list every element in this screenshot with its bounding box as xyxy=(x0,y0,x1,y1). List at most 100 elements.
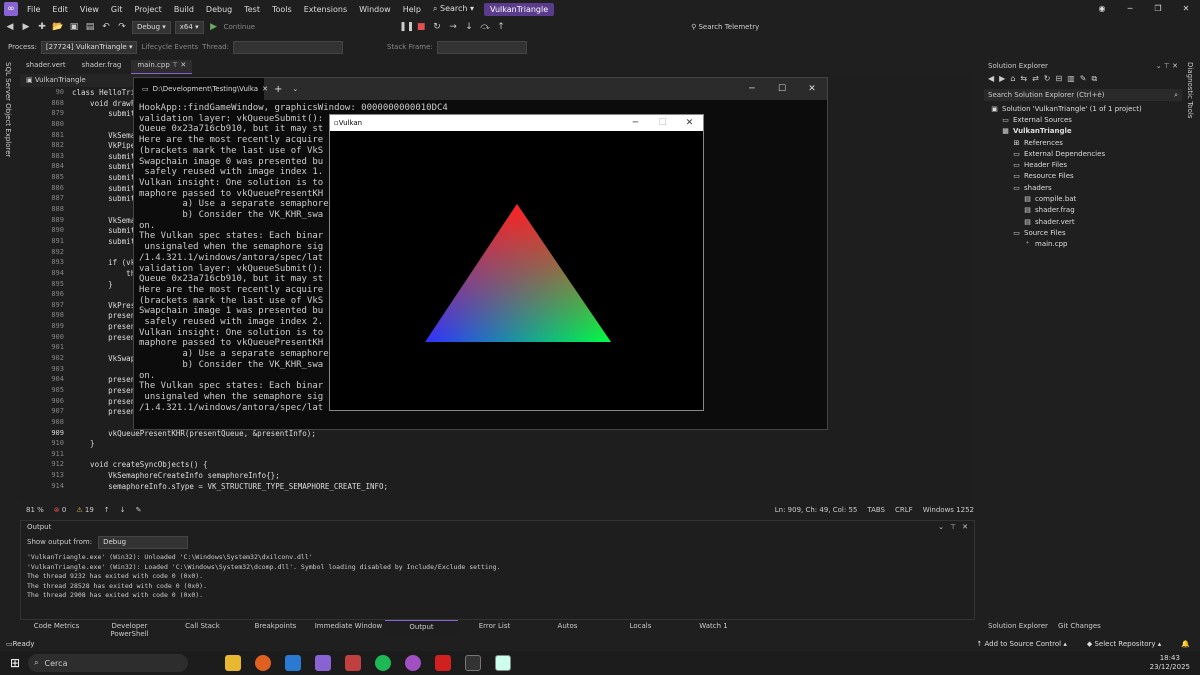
dropdown-icon[interactable]: ⌄ xyxy=(938,523,944,533)
menu-build[interactable]: Build xyxy=(168,5,200,14)
vulkan-minimize-button[interactable]: ─ xyxy=(622,118,649,128)
save-all-icon[interactable]: ▤ xyxy=(84,21,96,33)
home-icon[interactable]: ⌂ xyxy=(1010,74,1015,86)
configuration-dropdown[interactable]: Debug ▾ xyxy=(132,20,171,34)
close-icon[interactable]: ✕ xyxy=(962,523,968,533)
select-repository-button[interactable]: ◆ Select Repository ▴ xyxy=(1087,640,1161,648)
line-endings[interactable]: CRLF xyxy=(895,506,913,514)
restart-icon[interactable]: ↻ xyxy=(431,21,443,33)
menu-project[interactable]: Project xyxy=(128,5,167,14)
terminal-tab[interactable]: ▭ D:\Development\Testing\Vulka ✕ xyxy=(134,78,268,100)
tab-git-changes[interactable]: Git Changes xyxy=(1054,620,1124,634)
tree-item[interactable]: ▭ External Dependencies xyxy=(984,148,1182,159)
code-line[interactable] xyxy=(72,450,972,461)
taskbar-clock[interactable]: 18:43 23/12/2025 xyxy=(1150,654,1200,672)
close-tab-icon[interactable]: ✕ xyxy=(262,85,268,93)
forward-icon[interactable]: ▶ xyxy=(999,74,1005,86)
tree-item[interactable]: ⁺ main.cpp xyxy=(984,239,1182,250)
file-explorer-icon[interactable] xyxy=(225,655,242,671)
solution-explorer-search[interactable]: Search Solution Explorer (Ctrl+è) ⌕ xyxy=(984,89,1182,101)
tree-item[interactable]: ▦ VulkanTriangle xyxy=(984,126,1182,137)
renderdoc-icon[interactable] xyxy=(345,655,362,671)
nav-down-icon[interactable]: ↓ xyxy=(120,506,126,514)
tab-watch-1[interactable]: Watch 1 xyxy=(677,620,750,634)
code-line[interactable]: } xyxy=(72,439,972,450)
code-line[interactable]: semaphoreInfo.sType = VK_STRUCTURE_TYPE_… xyxy=(72,482,972,493)
dropdown-icon[interactable]: ⌄ xyxy=(292,85,298,93)
pin-icon[interactable]: ⊤ xyxy=(950,523,956,533)
pin-icon[interactable]: ⊤ xyxy=(172,61,178,69)
menu-git[interactable]: Git xyxy=(105,5,129,14)
redo-icon[interactable]: ↷ xyxy=(116,21,128,33)
menu-file[interactable]: File xyxy=(21,5,46,14)
taskbar-search[interactable]: ⌕ Cerca xyxy=(28,654,189,672)
sync-icon[interactable]: ⇄ xyxy=(1032,74,1039,86)
zoom-level[interactable]: 81 % xyxy=(26,506,44,514)
back-icon[interactable]: ◀ xyxy=(4,21,16,33)
cleanup-icon[interactable]: ✎ xyxy=(136,506,142,514)
account-icon[interactable]: ◉ xyxy=(1088,0,1116,18)
acrobat-icon[interactable] xyxy=(435,655,452,671)
firefox-icon[interactable] xyxy=(255,655,272,671)
tab-developer-powershell[interactable]: Developer PowerShell xyxy=(93,620,166,638)
refresh-icon[interactable]: ↻ xyxy=(1044,74,1051,86)
stack-frame-dropdown[interactable] xyxy=(436,40,527,54)
undo-icon[interactable]: ↶ xyxy=(100,21,112,33)
notifications-icon[interactable]: 🔔 xyxy=(1181,640,1190,648)
menu-search[interactable]: ⌕ Search ▾ xyxy=(427,4,480,14)
new-project-icon[interactable]: ✚ xyxy=(36,21,48,33)
vscode-icon[interactable] xyxy=(285,655,302,671)
tab-main-cpp[interactable]: main.cpp ⊤ ✕ xyxy=(131,60,193,74)
spotify-icon[interactable] xyxy=(375,655,392,671)
continue-button[interactable]: Continue xyxy=(224,23,255,31)
tree-item[interactable]: ▣ Solution 'VulkanTriangle' (1 of 1 proje… xyxy=(984,103,1182,114)
code-line[interactable]: vkQueuePresentKHR(presentQueue, &present… xyxy=(72,429,972,440)
code-line[interactable]: void createSyncObjects() { xyxy=(72,460,972,471)
open-icon[interactable]: 📂 xyxy=(52,21,64,33)
dropdown-icon[interactable]: ⌄ ⊤ ✕ xyxy=(1156,62,1178,71)
tab-autos[interactable]: Autos xyxy=(531,620,604,634)
visual-studio-icon[interactable] xyxy=(315,655,332,671)
code-line[interactable]: VkSemaphoreCreateInfo semaphoreInfo{}; xyxy=(72,471,972,482)
tab-call-stack[interactable]: Call Stack xyxy=(166,620,239,634)
lifecycle-events-button[interactable]: Lifecycle Events xyxy=(141,43,198,51)
tree-item[interactable]: ▭ shaders xyxy=(984,182,1182,193)
step-into-icon[interactable]: ↓ xyxy=(463,21,475,33)
error-count[interactable]: ⊗ 0 xyxy=(54,506,67,514)
indent-mode[interactable]: TABS xyxy=(867,506,885,514)
process-dropdown[interactable]: [27724] VulkanTriangle ▾ xyxy=(40,40,138,54)
step-over-icon[interactable]: ⤼ xyxy=(479,21,491,33)
vulkan-close-button[interactable]: ✕ xyxy=(676,118,703,128)
collapse-all-icon[interactable]: ⊟ xyxy=(1056,74,1063,86)
close-tab-icon[interactable]: ✕ xyxy=(180,61,186,69)
terminal-maximize-button[interactable]: ☐ xyxy=(767,84,797,94)
tab-shader-vert[interactable]: shader.vert xyxy=(20,60,72,74)
add-to-source-control-button[interactable]: ↑ Add to Source Control ▴ xyxy=(976,640,1066,648)
close-button[interactable]: ✕ xyxy=(1172,0,1200,18)
tab-shader-frag[interactable]: shader.frag xyxy=(76,60,128,74)
menu-tools[interactable]: Tools xyxy=(266,5,298,14)
cursor-position[interactable]: Ln: 909, Ch: 49, Col: 55 xyxy=(775,506,858,514)
output-source-dropdown[interactable]: Debug xyxy=(98,535,189,549)
back-icon[interactable]: ◀ xyxy=(988,74,994,86)
platform-dropdown[interactable]: x64 ▾ xyxy=(174,20,204,34)
terminal-minimize-button[interactable]: ─ xyxy=(737,84,767,94)
menu-edit[interactable]: Edit xyxy=(46,5,74,14)
new-tab-icon[interactable]: + xyxy=(274,84,282,95)
tree-item[interactable]: ▭ External Sources xyxy=(984,114,1182,125)
menu-window[interactable]: Window xyxy=(353,5,397,14)
menu-help[interactable]: Help xyxy=(397,5,427,14)
tab-locals[interactable]: Locals xyxy=(604,620,677,634)
vulkan-app-taskbar-icon[interactable] xyxy=(495,655,512,671)
thread-dropdown[interactable] xyxy=(232,40,343,54)
start-icon[interactable]: ⊞ xyxy=(10,656,20,670)
tab-immediate-window[interactable]: Immediate Window xyxy=(312,620,385,634)
tree-item[interactable]: ▭ Header Files xyxy=(984,159,1182,170)
preview-icon[interactable]: ⧉ xyxy=(1091,74,1097,86)
tab-output[interactable]: Output xyxy=(385,620,458,634)
properties-icon[interactable]: ✎ xyxy=(1080,74,1087,86)
menu-view[interactable]: View xyxy=(74,5,105,14)
solution-name-badge[interactable]: VulkanTriangle xyxy=(484,2,555,16)
menu-test[interactable]: Test xyxy=(238,5,266,14)
tree-item[interactable]: ▭ Source Files xyxy=(984,227,1182,238)
